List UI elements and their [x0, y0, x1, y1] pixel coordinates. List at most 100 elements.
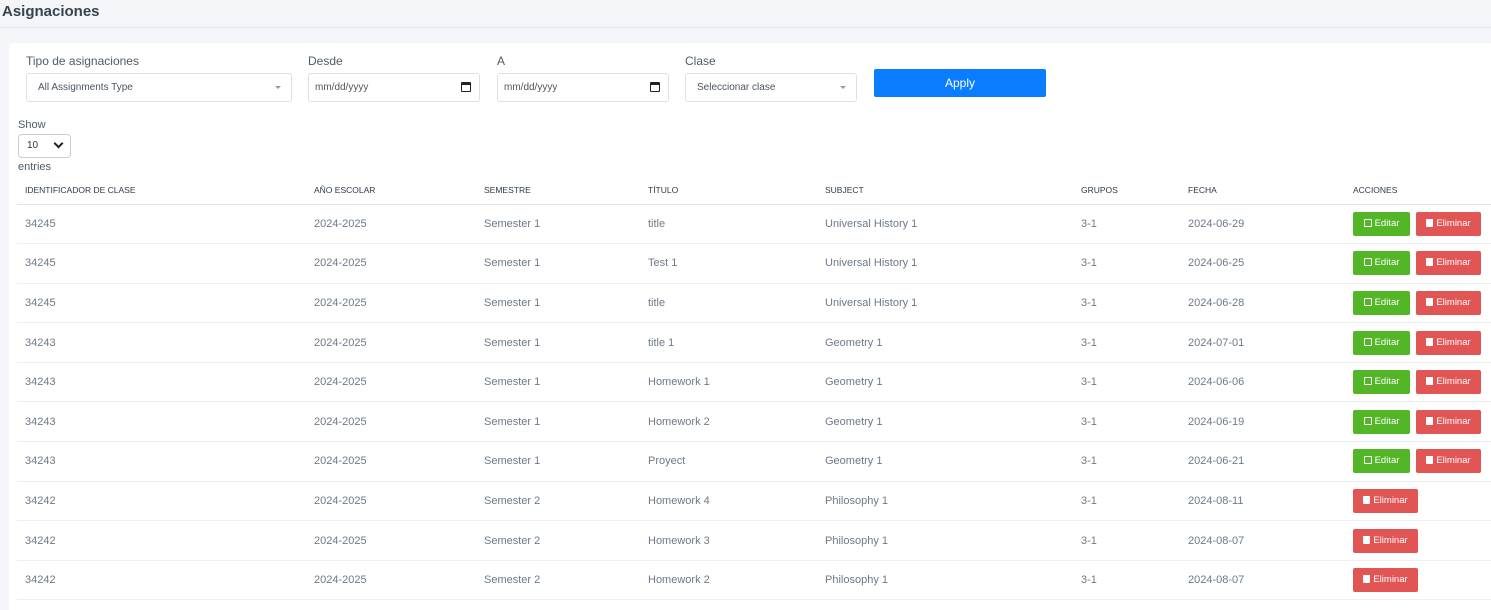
type-filter-select[interactable]: All Assignments Type [26, 73, 292, 102]
cell-semester: Semester 1 [476, 362, 640, 403]
edit-label: Editar [1374, 257, 1400, 269]
delete-button[interactable]: Eliminar [1353, 488, 1418, 513]
pencil-square-icon [1363, 377, 1372, 386]
cell-class-id: 34243 [17, 322, 306, 363]
edit-button[interactable]: Editar [1353, 290, 1410, 315]
cell-date: 2024-06-29 [1180, 204, 1345, 245]
cell-subject: Geometry 1 [817, 322, 1073, 363]
chevron-down-icon [53, 138, 64, 149]
edit-button[interactable]: Editar [1353, 251, 1410, 276]
show-label: Show [18, 119, 46, 131]
cell-date: 2024-06-19 [1180, 401, 1345, 443]
pencil-square-icon [1363, 258, 1372, 267]
edit-button[interactable]: Editar [1353, 370, 1410, 395]
cell-date: 2024-06-06 [1180, 362, 1345, 403]
cell-class-id: 34243 [17, 362, 306, 403]
header-class-id[interactable]: IDENTIFICADOR DE CLASE [17, 177, 306, 205]
cell-school-year: 2024-2025 [306, 560, 476, 601]
edit-label: Editar [1374, 455, 1400, 467]
delete-button[interactable]: Eliminar [1416, 290, 1481, 315]
cell-semester: Semester 1 [476, 204, 640, 245]
cell-class-id: 34243 [17, 441, 306, 482]
trash-icon [1426, 297, 1434, 306]
edit-button[interactable]: Editar [1353, 409, 1410, 434]
apply-button[interactable]: Apply [874, 69, 1046, 97]
calendar-icon[interactable] [461, 82, 471, 92]
cell-actions: Editar Eliminar [1345, 362, 1491, 403]
assignments-table: IDENTIFICADOR DE CLASE AÑO ESCOLAR SEMES… [17, 177, 1491, 601]
cell-title: title [640, 283, 817, 324]
delete-label: Eliminar [1436, 376, 1471, 388]
cell-class-id: 34242 [17, 520, 306, 561]
table-row: 34243 2024-2025 Semester 1 title 1 Geometry … [17, 322, 1491, 363]
cell-subject: Philosophy 1 [817, 520, 1073, 561]
trash-icon [1426, 337, 1434, 346]
cell-subject: Philosophy 1 [817, 481, 1073, 522]
cell-date: 2024-06-21 [1180, 441, 1345, 482]
page-title: Asignaciones [2, 3, 100, 20]
cell-actions: Editar Eliminar [1345, 204, 1491, 245]
delete-label: Eliminar [1373, 534, 1408, 546]
cell-actions: Editar Eliminar [1345, 401, 1491, 443]
from-date-input[interactable]: mm/dd/yyyy [308, 73, 480, 102]
edit-button[interactable]: Editar [1353, 449, 1410, 474]
table-row: 34245 2024-2025 Semester 1 Test 1 Universal … [17, 243, 1491, 284]
cell-semester: Semester 2 [476, 520, 640, 561]
cell-groups: 3-1 [1073, 243, 1180, 284]
cell-subject: Universal History 1 [817, 204, 1073, 245]
cell-actions: Eliminar [1345, 560, 1491, 601]
header-subject[interactable]: SUBJECT [817, 177, 1073, 205]
cell-class-id: 34242 [17, 481, 306, 522]
table-body: 34245 2024-2025 Semester 1 title Universal H… [17, 204, 1491, 601]
delete-button[interactable]: Eliminar [1353, 528, 1418, 553]
cell-school-year: 2024-2025 [306, 243, 476, 284]
table-row: 34243 2024-2025 Semester 1 Proyect Geometry … [17, 441, 1491, 482]
edit-label: Editar [1374, 415, 1400, 427]
cell-school-year: 2024-2025 [306, 362, 476, 403]
header-date[interactable]: FECHA [1180, 177, 1345, 205]
cell-title: title [640, 204, 817, 245]
entries-per-page-select[interactable]: 10 [18, 134, 71, 158]
cell-class-id: 34245 [17, 243, 306, 284]
class-filter-select[interactable]: Seleccionar clase [685, 73, 857, 102]
trash-icon [1426, 416, 1434, 425]
header-title[interactable]: TÍTULO [640, 177, 817, 205]
cell-subject: Geometry 1 [817, 362, 1073, 403]
class-filter-label: Clase [685, 54, 716, 68]
table-row: 34245 2024-2025 Semester 1 title Universal H… [17, 204, 1491, 245]
entries-label: entries [18, 161, 52, 173]
delete-button[interactable]: Eliminar [1416, 370, 1481, 395]
trash-icon [1363, 535, 1371, 544]
delete-button[interactable]: Eliminar [1416, 409, 1481, 434]
edit-button[interactable]: Editar [1353, 330, 1410, 355]
trash-icon [1426, 258, 1434, 267]
table-row: 34242 2024-2025 Semester 2 Homework 3 Philos… [17, 520, 1491, 561]
calendar-icon[interactable] [650, 82, 660, 92]
header-semester[interactable]: SEMESTRE [476, 177, 640, 205]
cell-subject: Philosophy 1 [817, 560, 1073, 601]
delete-button[interactable]: Eliminar [1416, 330, 1481, 355]
delete-button[interactable]: Eliminar [1353, 568, 1418, 593]
delete-button[interactable]: Eliminar [1416, 211, 1481, 236]
cell-school-year: 2024-2025 [306, 441, 476, 482]
type-filter-label: Tipo de asignaciones [26, 54, 139, 68]
edit-button[interactable]: Editar [1353, 211, 1410, 236]
delete-label: Eliminar [1373, 494, 1408, 506]
header-school-year[interactable]: AÑO ESCOLAR [306, 177, 476, 205]
cell-date: 2024-06-28 [1180, 283, 1345, 324]
table-row: 34243 2024-2025 Semester 1 Homework 2 Geomet… [17, 401, 1491, 443]
delete-button[interactable]: Eliminar [1416, 251, 1481, 276]
cell-groups: 3-1 [1073, 481, 1180, 522]
trash-icon [1426, 377, 1434, 386]
cell-date: 2024-07-01 [1180, 322, 1345, 363]
cell-class-id: 34243 [17, 401, 306, 443]
cell-title: title 1 [640, 322, 817, 363]
header-groups[interactable]: GRUPOS [1073, 177, 1180, 205]
delete-button[interactable]: Eliminar [1416, 449, 1481, 474]
to-date-input[interactable]: mm/dd/yyyy [497, 73, 669, 102]
cell-actions: Eliminar [1345, 520, 1491, 561]
table-row: 34243 2024-2025 Semester 1 Homework 1 Geomet… [17, 362, 1491, 403]
cell-semester: Semester 1 [476, 322, 640, 363]
cell-semester: Semester 1 [476, 283, 640, 324]
trash-icon [1363, 495, 1371, 504]
